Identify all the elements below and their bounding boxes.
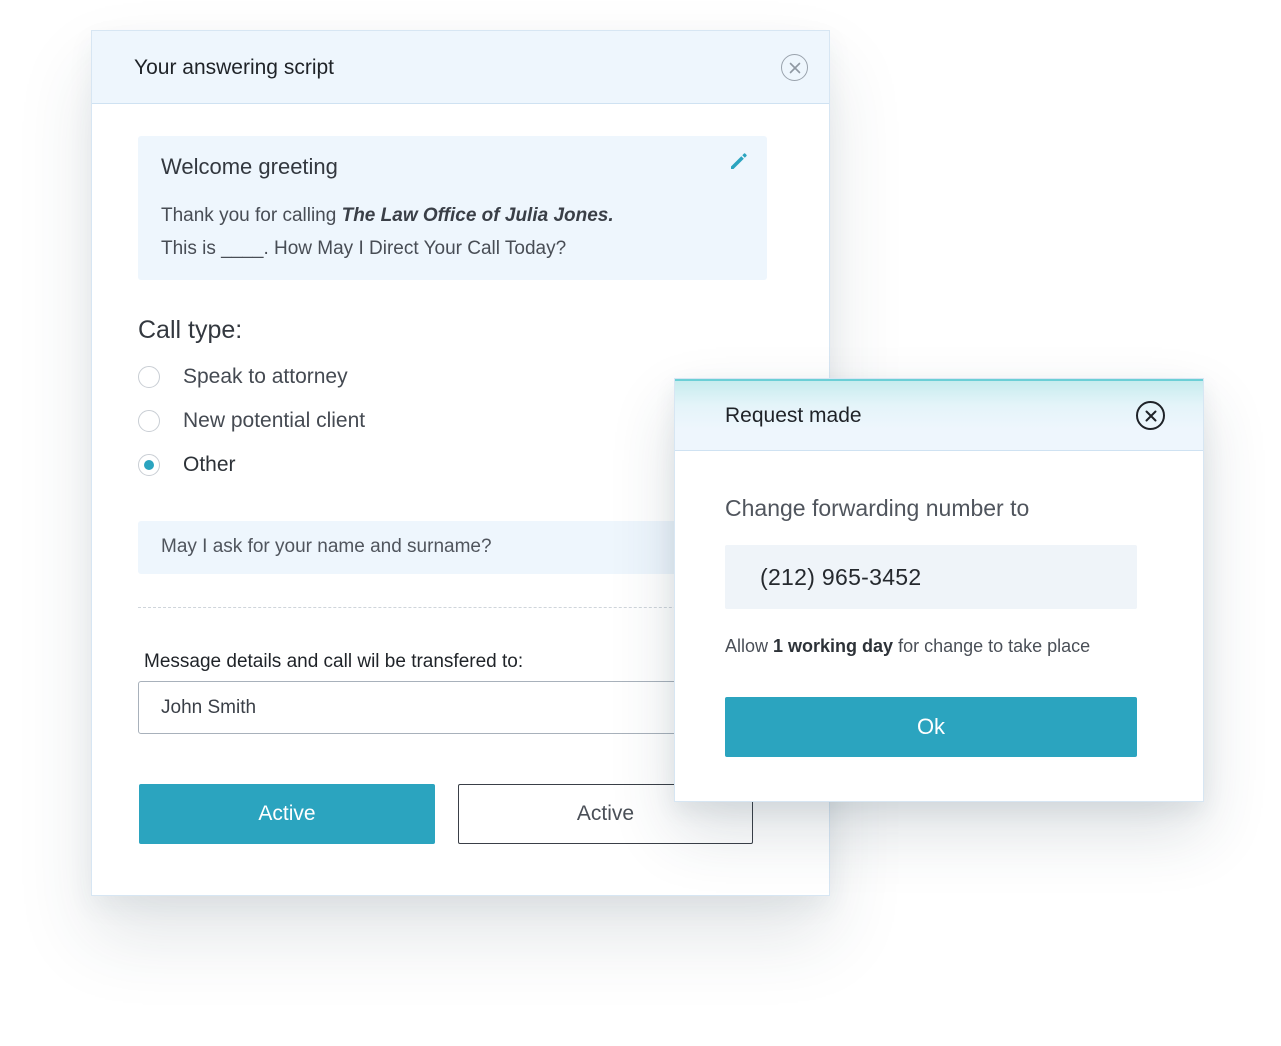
ok-button[interactable]: Ok [725,697,1137,757]
modal-subtitle: Change forwarding number to [725,495,1030,521]
question-text: May I ask for your name and surname? [161,536,492,557]
close-icon[interactable] [1136,401,1165,430]
pencil-edit-icon[interactable] [728,150,750,177]
greeting-title: Welcome greeting [161,154,338,179]
close-icon[interactable] [781,54,808,81]
divider [138,607,767,608]
radio-dot [144,460,154,470]
radio-label: Other [183,453,236,476]
greeting-line-2: This is ____. How May I Direct Your Call… [161,238,567,259]
radio-checked-icon[interactable] [138,454,160,476]
forwarding-number: (212) 965-3452 [760,564,922,590]
radio-label: Speak to attorney [183,365,348,388]
panel-header: Your answering script [92,31,829,104]
greeting-line-1-prefix: Thank you for calling [161,205,342,226]
forwarding-number-box: (212) 965-3452 [725,545,1137,609]
panel-title: Your answering script [134,56,334,79]
allow-note-bold: 1 working day [773,636,894,656]
radio-option-new-potential-client[interactable]: New potential client [138,408,365,434]
radio-option-speak-to-attorney[interactable]: Speak to attorney [138,364,348,390]
transfer-recipient-input[interactable] [138,681,767,734]
greeting-line-1: Thank you for calling The Law Office of … [161,205,614,227]
call-type-heading: Call type: [138,316,243,344]
allow-note: Allow 1 working day for change to take p… [725,636,1090,657]
active-primary-button[interactable]: Active [139,784,435,844]
modal-title: Request made [725,404,862,427]
question-prompt: May I ask for your name and surname? [138,521,767,574]
radio-option-other[interactable]: Other [138,452,236,478]
radio-label: New potential client [183,409,366,432]
request-made-modal: Request made Change forwarding number to… [674,378,1204,802]
allow-note-suffix: for change to take place [893,636,1091,656]
radio-icon[interactable] [138,410,160,432]
allow-note-prefix: Allow [725,636,774,656]
transfer-label: Message details and call wil be transfer… [144,651,524,672]
welcome-greeting-card: Welcome greeting Thank you for calling T… [138,136,767,280]
business-name: The Law Office of Julia Jones. [341,205,614,226]
modal-header: Request made [675,379,1203,451]
radio-icon[interactable] [138,366,160,388]
